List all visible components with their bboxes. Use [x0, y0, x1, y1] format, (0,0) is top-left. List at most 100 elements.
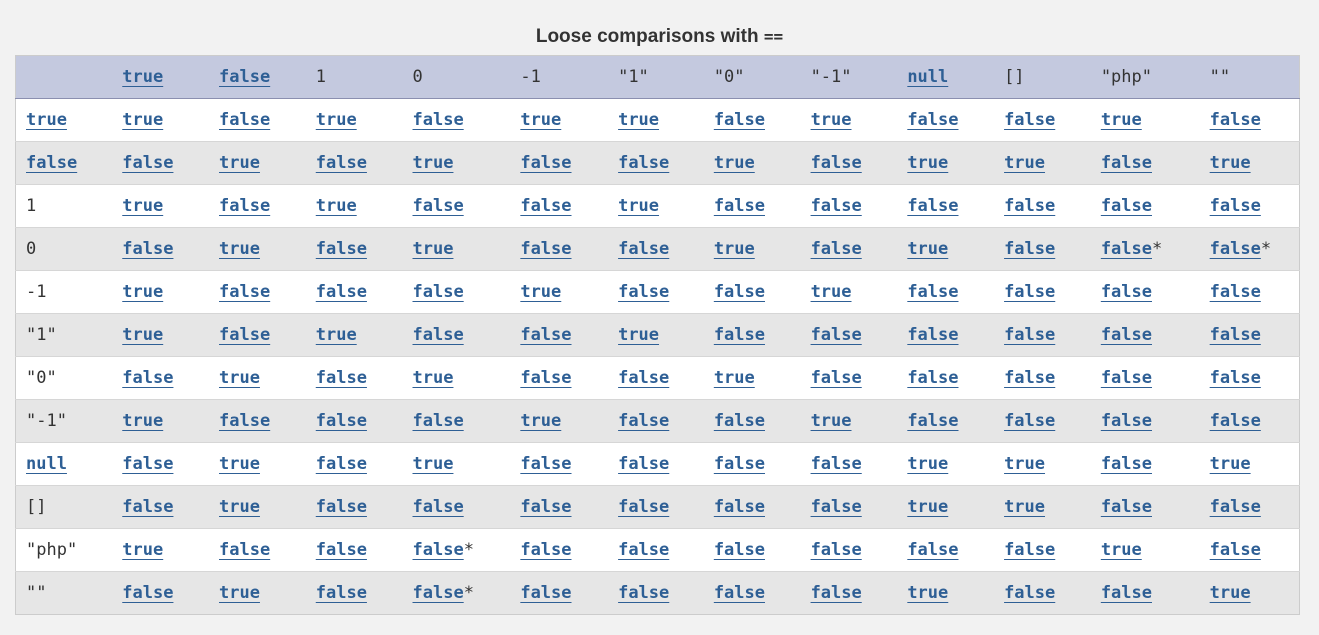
true-link[interactable]: true [1004, 454, 1045, 474]
false-link[interactable]: false [714, 497, 765, 517]
true-link[interactable]: true [907, 583, 948, 603]
false-link[interactable]: false [1004, 583, 1055, 603]
true-link[interactable]: true [811, 411, 852, 431]
false-link[interactable]: false [122, 497, 173, 517]
false-link[interactable]: false [316, 153, 367, 173]
true-link[interactable]: true [618, 325, 659, 345]
false-link[interactable]: false [520, 325, 571, 345]
false-link[interactable]: false [1101, 497, 1152, 517]
false-link[interactable]: false [1004, 540, 1055, 560]
false-link[interactable]: false [714, 583, 765, 603]
false-link[interactable]: false [316, 454, 367, 474]
false-link[interactable]: false [1101, 282, 1152, 302]
false-link[interactable]: false [316, 282, 367, 302]
false-link[interactable]: false [122, 153, 173, 173]
false-link[interactable]: false [618, 282, 669, 302]
true-link[interactable]: true [219, 239, 260, 259]
true-link[interactable]: true [520, 110, 561, 130]
false-link[interactable]: false [618, 153, 669, 173]
false-link[interactable]: false [907, 282, 958, 302]
false-link[interactable]: false [520, 540, 571, 560]
false-link[interactable]: false [714, 282, 765, 302]
false-link[interactable]: false [1004, 282, 1055, 302]
true-link[interactable]: true [413, 239, 454, 259]
false-link[interactable]: false [1101, 454, 1152, 474]
true-link[interactable]: true [122, 540, 163, 560]
false-link[interactable]: false [811, 497, 862, 517]
false-link[interactable]: false [122, 454, 173, 474]
false-link[interactable]: false [1004, 196, 1055, 216]
false-link[interactable]: false [907, 368, 958, 388]
false-link[interactable]: false [1210, 325, 1261, 345]
true-link[interactable]: true [1004, 153, 1045, 173]
false-link[interactable]: false [1210, 239, 1261, 259]
false-link[interactable]: false [1101, 239, 1152, 259]
false-link[interactable]: false [122, 368, 173, 388]
false-link[interactable]: false [520, 583, 571, 603]
true-link[interactable]: true [316, 325, 357, 345]
false-link[interactable]: false [811, 325, 862, 345]
true-link[interactable]: true [714, 368, 755, 388]
true-link[interactable]: true [316, 110, 357, 130]
true-link[interactable]: true [122, 411, 163, 431]
true-link[interactable]: true [316, 196, 357, 216]
false-link[interactable]: false [618, 497, 669, 517]
true-link[interactable]: true [520, 282, 561, 302]
false-link[interactable]: false [714, 454, 765, 474]
false-link[interactable]: false [413, 583, 464, 603]
false-link[interactable]: false [811, 239, 862, 259]
true-link[interactable]: true [907, 497, 948, 517]
false-link[interactable]: false [520, 196, 571, 216]
true-link[interactable]: true [811, 110, 852, 130]
false-link[interactable]: false [714, 325, 765, 345]
false-link[interactable]: false [811, 583, 862, 603]
true-link[interactable]: true [1210, 153, 1251, 173]
false-link[interactable]: false [219, 325, 270, 345]
false-link[interactable]: false [520, 239, 571, 259]
true-link[interactable]: true [907, 454, 948, 474]
false-link[interactable]: false [520, 497, 571, 517]
false-link[interactable]: false [1210, 540, 1261, 560]
true-link[interactable]: true [219, 583, 260, 603]
true-link[interactable]: true [122, 110, 163, 130]
false-link[interactable]: false [1004, 368, 1055, 388]
false-link[interactable]: false [26, 153, 77, 173]
true-link[interactable]: true [714, 239, 755, 259]
false-link[interactable]: false [1210, 196, 1261, 216]
false-link[interactable]: false [316, 540, 367, 560]
false-link[interactable]: false [219, 282, 270, 302]
true-link[interactable]: true [26, 110, 67, 130]
false-link[interactable]: false [219, 196, 270, 216]
true-link[interactable]: true [811, 282, 852, 302]
false-link[interactable]: false [811, 540, 862, 560]
true-link[interactable]: true [907, 153, 948, 173]
false-link[interactable]: false [618, 368, 669, 388]
false-link[interactable]: false [219, 67, 270, 87]
false-link[interactable]: false [907, 540, 958, 560]
false-link[interactable]: false [122, 583, 173, 603]
true-link[interactable]: true [219, 497, 260, 517]
false-link[interactable]: false [1101, 583, 1152, 603]
false-link[interactable]: false [811, 454, 862, 474]
false-link[interactable]: false [811, 368, 862, 388]
true-link[interactable]: true [1101, 540, 1142, 560]
true-link[interactable]: true [219, 368, 260, 388]
false-link[interactable]: false [811, 153, 862, 173]
true-link[interactable]: true [122, 67, 163, 87]
false-link[interactable]: false [316, 583, 367, 603]
false-link[interactable]: false [413, 411, 464, 431]
true-link[interactable]: true [122, 325, 163, 345]
false-link[interactable]: false [1101, 325, 1152, 345]
false-link[interactable]: false [1004, 110, 1055, 130]
true-link[interactable]: true [618, 196, 659, 216]
false-link[interactable]: false [618, 540, 669, 560]
null-link[interactable]: null [26, 454, 67, 474]
true-link[interactable]: true [907, 239, 948, 259]
false-link[interactable]: false [316, 497, 367, 517]
true-link[interactable]: true [520, 411, 561, 431]
false-link[interactable]: false [1210, 368, 1261, 388]
false-link[interactable]: false [219, 540, 270, 560]
true-link[interactable]: true [1210, 454, 1251, 474]
false-link[interactable]: false [618, 411, 669, 431]
false-link[interactable]: false [1101, 411, 1152, 431]
